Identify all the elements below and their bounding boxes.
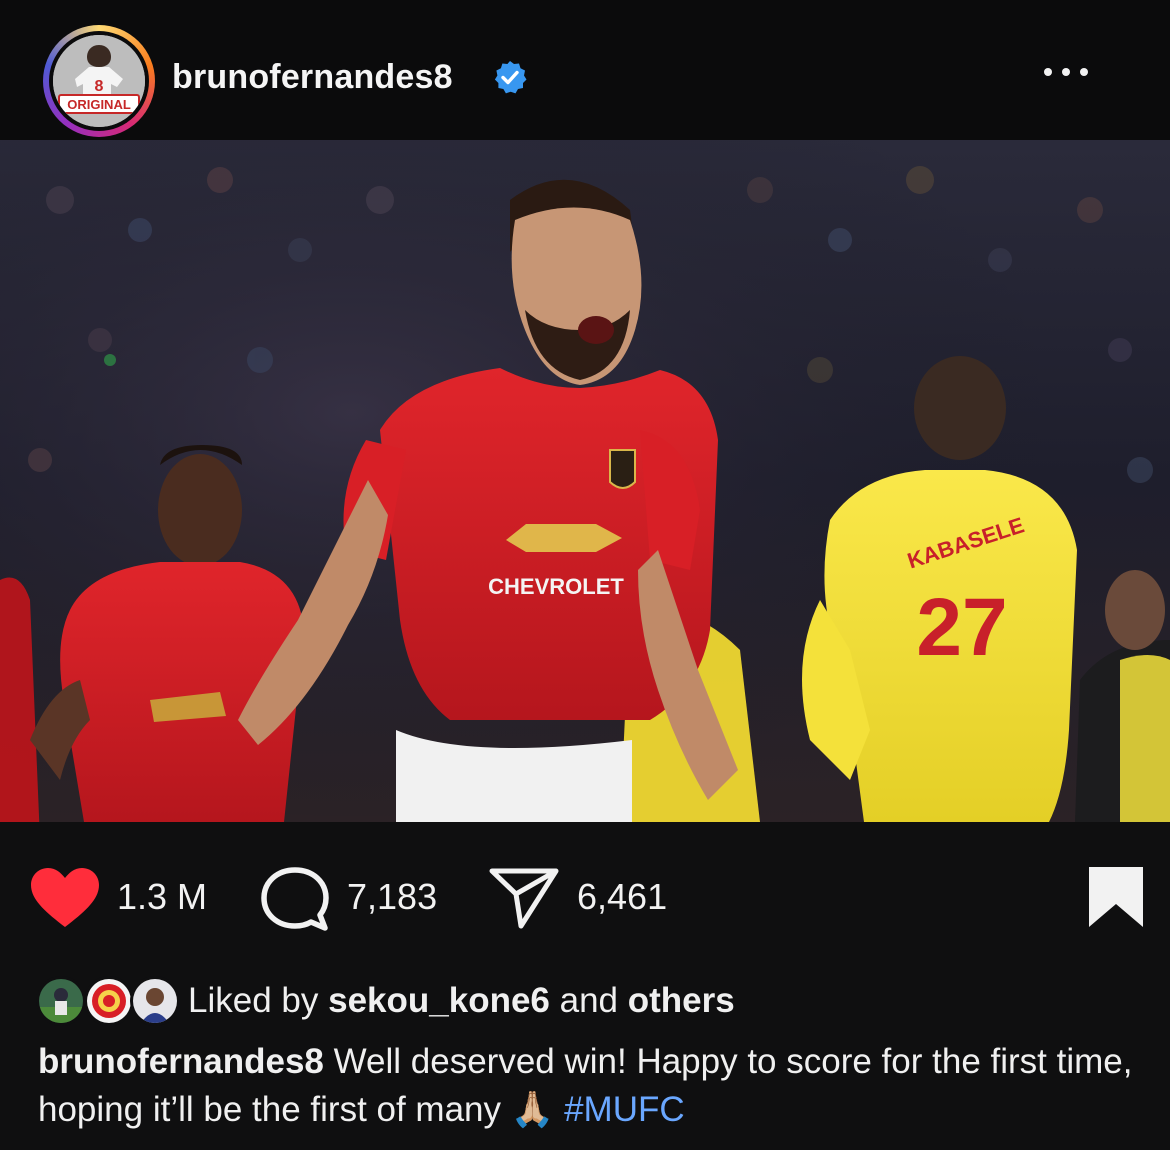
verified-badge-icon (494, 61, 527, 94)
more-dots-icon[interactable] (1038, 60, 1094, 84)
post-actions: 1.3 M 7,183 6,461 (0, 822, 1170, 962)
post-caption: brunofernandes8 Well deserved win! Happy… (38, 1038, 1138, 1134)
liker-avatar-1 (36, 976, 86, 1026)
share-count[interactable]: 6,461 (577, 876, 667, 918)
liked-by-prefix: Liked by (188, 981, 319, 1020)
comment-bubble-icon[interactable] (259, 866, 331, 934)
jersey-sponsor: CHEVROLET (488, 574, 624, 599)
caption-hashtag[interactable]: #MUFC (564, 1090, 685, 1129)
heart-filled-icon[interactable] (28, 867, 102, 931)
liked-by-user[interactable]: sekou_kone6 (328, 981, 550, 1020)
liked-by-others[interactable]: others (628, 981, 735, 1020)
caption-emoji: 🙏🏼 (510, 1090, 555, 1129)
send-paper-plane-icon[interactable] (488, 866, 560, 930)
liker-avatar-2 (84, 976, 134, 1026)
post-photo[interactable]: 27 KABASELE CHEVROLET (0, 140, 1170, 822)
svg-text:8: 8 (95, 78, 104, 95)
liker-avatar-3 (130, 976, 180, 1026)
svg-text:ORIGINAL: ORIGINAL (67, 97, 131, 112)
liked-by-row[interactable]: Liked by sekou_kone6 and others (36, 975, 936, 1035)
avatar-image: 8 ORIGINAL (53, 35, 145, 127)
like-count[interactable]: 1.3 M (117, 876, 207, 918)
header-username[interactable]: brunofernandes8 (172, 58, 453, 97)
post-image: 27 KABASELE CHEVROLET (0, 140, 1170, 822)
liked-by-text: Liked by sekou_kone6 and others (188, 981, 735, 1021)
opponent-number: 27 (916, 582, 1007, 673)
caption-username[interactable]: brunofernandes8 (38, 1042, 324, 1081)
bookmark-filled-icon[interactable] (1086, 864, 1146, 930)
comment-count[interactable]: 7,183 (347, 876, 437, 918)
avatar[interactable]: 8 ORIGINAL (53, 35, 145, 127)
story-ring[interactable]: 8 ORIGINAL (43, 25, 155, 137)
post-header: 8 ORIGINAL brunofernandes8 (0, 0, 1170, 140)
liked-by-and: and (559, 981, 619, 1020)
